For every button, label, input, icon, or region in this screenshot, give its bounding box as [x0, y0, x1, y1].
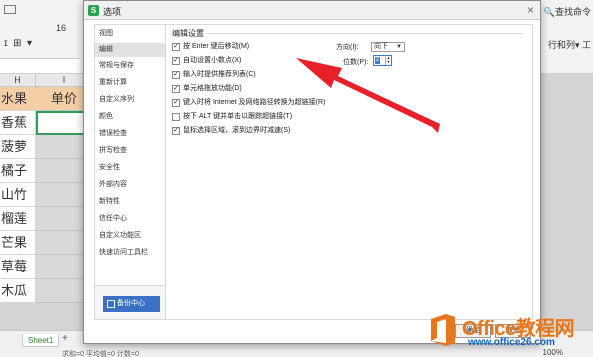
- office-logo-icon: [431, 314, 455, 346]
- watermark: Office教程网 www.office26.com: [428, 312, 588, 352]
- arrow-shape: [296, 58, 440, 133]
- annotation-arrow-icon: [296, 58, 440, 133]
- watermark-url: www.office26.com: [468, 337, 555, 348]
